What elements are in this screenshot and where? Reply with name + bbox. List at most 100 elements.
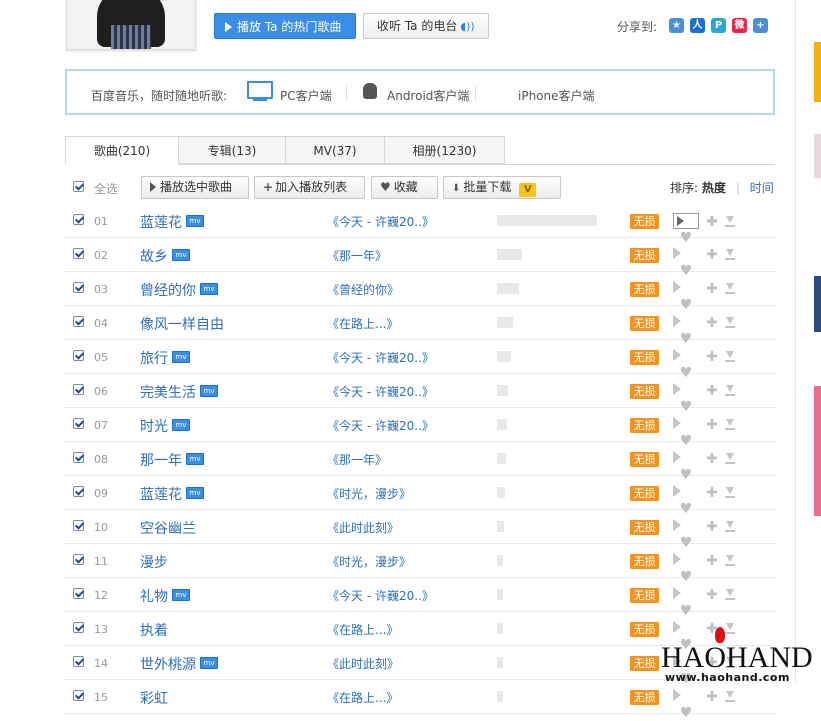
song-album[interactable]: 《时光，漫步》 xyxy=(327,485,411,502)
mv-icon[interactable]: mv xyxy=(172,589,190,601)
mv-icon[interactable]: mv xyxy=(200,385,218,397)
iphone-client-link[interactable]: iPhone客户端 xyxy=(518,87,595,104)
song-checkbox[interactable] xyxy=(73,350,84,361)
song-title[interactable]: 空谷幽兰 xyxy=(140,521,196,537)
favorite-button[interactable]: ♥ 收藏 xyxy=(371,176,438,199)
download-action[interactable] xyxy=(725,587,751,603)
play-action[interactable] xyxy=(673,519,699,535)
song-album[interactable]: 《今天 - 许巍20..》 xyxy=(327,587,434,604)
download-action[interactable] xyxy=(725,553,751,569)
heart-icon[interactable]: ♥ xyxy=(673,705,699,721)
play-action[interactable] xyxy=(673,383,699,399)
download-action[interactable] xyxy=(725,689,751,705)
song-checkbox[interactable] xyxy=(73,554,84,565)
download-action[interactable] xyxy=(725,214,751,230)
add-icon[interactable]: ✚ xyxy=(699,315,725,331)
mv-icon[interactable]: mv xyxy=(200,657,218,669)
tab-songs[interactable]: 歌曲(210) xyxy=(65,136,179,165)
song-checkbox[interactable] xyxy=(73,316,84,327)
android-client-link[interactable]: Android客户端 xyxy=(387,87,469,104)
mv-icon[interactable]: mv xyxy=(172,419,190,431)
song-row[interactable]: 04 像风一样自由 《在路上...》 无损 ✚♥ xyxy=(65,306,775,347)
song-album[interactable]: 《今天 - 许巍20..》 xyxy=(327,213,434,230)
mv-icon[interactable]: mv xyxy=(200,283,218,295)
play-action[interactable] xyxy=(673,281,699,297)
download-action[interactable] xyxy=(725,247,751,263)
sidebar-thumb[interactable] xyxy=(814,386,821,516)
play-action[interactable] xyxy=(673,247,699,263)
song-album[interactable]: 《时光，漫步》 xyxy=(327,553,411,570)
song-album[interactable]: 《在路上...》 xyxy=(327,621,398,638)
share-more-icon[interactable]: + xyxy=(753,18,768,33)
play-action[interactable] xyxy=(673,349,699,365)
add-icon[interactable]: ✚ xyxy=(699,587,725,603)
song-checkbox[interactable] xyxy=(73,622,84,633)
select-all-checkbox[interactable] xyxy=(73,181,84,192)
song-title[interactable]: 曾经的你 xyxy=(140,283,196,299)
play-action[interactable] xyxy=(673,417,699,433)
add-icon[interactable]: ✚ xyxy=(699,383,725,399)
play-action[interactable] xyxy=(673,485,699,501)
song-album[interactable]: 《那一年》 xyxy=(327,451,387,468)
song-title[interactable]: 蓝莲花 xyxy=(140,487,182,503)
share-renren-icon[interactable]: 人 xyxy=(690,18,705,33)
song-row[interactable]: 12 礼物 mv 《今天 - 许巍20..》 无损 ✚♥ xyxy=(65,578,775,619)
share-qzone-icon[interactable]: ★ xyxy=(669,18,684,33)
song-album[interactable]: 《在路上...》 xyxy=(327,689,398,706)
song-row[interactable]: 01 蓝莲花 mv 《今天 - 许巍20..》 无损 ✚♥ xyxy=(65,204,775,246)
song-album[interactable]: 《那一年》 xyxy=(327,247,387,264)
tab-mv[interactable]: MV(37) xyxy=(285,136,385,164)
pc-client-link[interactable]: PC客户端 xyxy=(280,87,332,104)
song-album[interactable]: 《曾经的你》 xyxy=(327,281,399,298)
tab-albums[interactable]: 专辑(13) xyxy=(178,136,286,164)
song-checkbox[interactable] xyxy=(73,214,84,225)
download-action[interactable] xyxy=(725,451,751,467)
add-icon[interactable]: ✚ xyxy=(699,689,725,705)
play-action[interactable] xyxy=(673,315,699,331)
song-title[interactable]: 像风一样自由 xyxy=(140,317,224,333)
song-checkbox[interactable] xyxy=(73,690,84,701)
song-checkbox[interactable] xyxy=(73,282,84,293)
play-action[interactable] xyxy=(673,587,699,603)
song-row[interactable]: 07 时光 mv 《今天 - 许巍20..》 无损 ✚♥ xyxy=(65,408,775,449)
download-action[interactable] xyxy=(725,519,751,535)
play-action[interactable] xyxy=(673,553,699,569)
add-icon[interactable]: ✚ xyxy=(699,281,725,297)
download-action[interactable] xyxy=(725,417,751,433)
mv-icon[interactable]: mv xyxy=(172,249,190,261)
song-row[interactable]: 09 蓝莲花 mv 《时光，漫步》 无损 ✚♥ xyxy=(65,476,775,517)
song-album[interactable]: 《今天 - 许巍20..》 xyxy=(327,417,434,434)
pc-monitor-icon[interactable] xyxy=(247,81,273,101)
mv-icon[interactable]: mv xyxy=(172,351,190,363)
song-row[interactable]: 15 彩虹 《在路上...》 无损 ✚♥ xyxy=(65,680,775,721)
song-title[interactable]: 世外桃源 xyxy=(140,657,196,673)
android-icon[interactable] xyxy=(362,83,378,102)
song-title[interactable]: 执着 xyxy=(140,623,168,639)
song-title[interactable]: 漫步 xyxy=(140,555,168,571)
song-row[interactable]: 06 完美生活 mv 《今天 - 许巍20..》 无损 ✚♥ xyxy=(65,374,775,415)
song-checkbox[interactable] xyxy=(73,588,84,599)
add-icon[interactable]: ✚ xyxy=(699,214,725,230)
share-weibo-icon[interactable]: 微 xyxy=(732,18,747,33)
download-action[interactable] xyxy=(725,621,751,637)
song-row[interactable]: 10 空谷幽兰 《此时此刻》 无损 ✚♥ xyxy=(65,510,775,551)
download-action[interactable] xyxy=(725,383,751,399)
add-icon[interactable]: ✚ xyxy=(699,519,725,535)
mv-icon[interactable]: mv xyxy=(186,487,204,499)
mv-icon[interactable]: mv xyxy=(186,453,204,465)
add-icon[interactable]: ✚ xyxy=(699,417,725,433)
batch-download-button[interactable]: ⬇ 批量下载 V xyxy=(443,176,561,199)
download-action[interactable] xyxy=(725,315,751,331)
play-icon[interactable] xyxy=(673,213,699,229)
download-action[interactable] xyxy=(725,485,751,501)
song-album[interactable]: 《今天 - 许巍20..》 xyxy=(327,349,434,366)
song-album[interactable]: 《此时此刻》 xyxy=(327,519,399,536)
song-title[interactable]: 完美生活 xyxy=(140,385,196,401)
song-album[interactable]: 《在路上...》 xyxy=(327,315,398,332)
song-checkbox[interactable] xyxy=(73,520,84,531)
tab-photos[interactable]: 相册(1230) xyxy=(384,136,505,164)
share-pengyou-icon[interactable]: P xyxy=(711,18,726,33)
song-row[interactable]: 03 曾经的你 mv 《曾经的你》 无损 ✚♥ xyxy=(65,272,775,313)
download-action[interactable] xyxy=(725,349,751,365)
play-action[interactable] xyxy=(673,213,699,230)
